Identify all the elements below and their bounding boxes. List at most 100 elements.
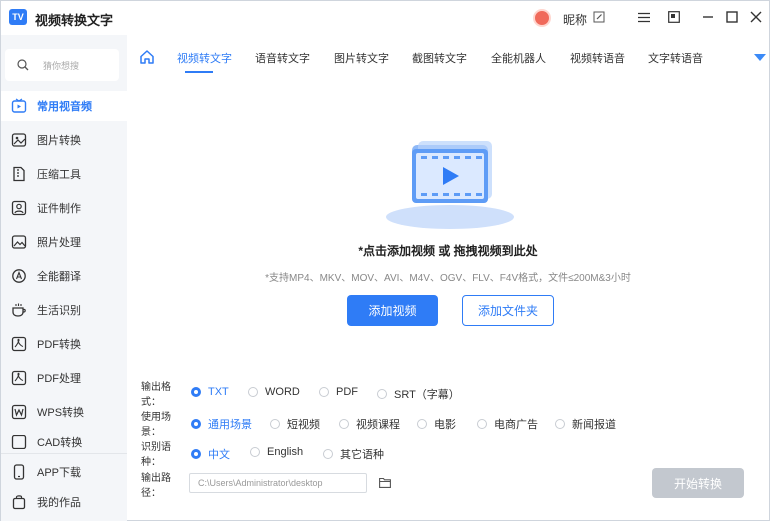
sidebar-item-label: 生活识别 (37, 305, 81, 317)
output-format-row: 输出格式： (141, 382, 185, 408)
cup-icon (12, 303, 26, 317)
sidebar-item-label: 压缩工具 (37, 169, 81, 181)
tab-video-to-text[interactable]: 视频转文字 (177, 50, 232, 66)
sidebar-item-pdf-process[interactable]: PDF处理 (1, 363, 127, 393)
edit-icon[interactable] (593, 11, 605, 23)
add-video-button[interactable]: 添加视频 (347, 295, 438, 326)
video-tv-icon (11, 98, 27, 113)
add-folder-button[interactable]: 添加文件夹 (462, 295, 554, 326)
more-tabs-icon[interactable] (754, 54, 766, 61)
radio-icon (555, 419, 565, 429)
sidebar-item-wps[interactable]: WPS转换 (1, 397, 127, 427)
tab-audio-to-text[interactable]: 语音转文字 (255, 50, 310, 66)
scene-option-course[interactable]: 视频课程 (339, 416, 400, 432)
search-placeholder: 猜你想搜 (43, 60, 80, 71)
drop-zone-title: *点击添加视频 或 拖拽视频到此处 (358, 244, 538, 258)
title-bar: TV 视频转换文字 昵称 (1, 1, 769, 35)
radio-icon (270, 419, 280, 429)
scene-option-news[interactable]: 新闻报道 (555, 416, 616, 432)
radio-icon (477, 419, 487, 429)
menu-icon[interactable] (635, 8, 653, 26)
radio-icon (377, 389, 387, 399)
active-tab-indicator (185, 71, 213, 73)
tab-video-to-audio[interactable]: 视频转语音 (570, 50, 625, 66)
avatar[interactable] (533, 9, 551, 27)
radio-icon (248, 387, 258, 397)
radio-icon (417, 419, 427, 429)
sidebar-item-label: 图片转换 (37, 135, 81, 147)
scene-option-ecommerce-ad[interactable]: 电商广告 (477, 416, 538, 432)
app-title: 视频转换文字 (35, 13, 114, 28)
sidebar-item-label: APP下载 (37, 467, 82, 479)
start-convert-button[interactable]: 开始转换 (652, 468, 744, 498)
compress-icon (13, 166, 25, 182)
sidebar-item-label: 照片处理 (37, 237, 81, 249)
bag-icon (12, 495, 26, 510)
scene-row: 使用场景： (141, 412, 185, 438)
language-row: 识别语种： (141, 442, 185, 468)
radio-icon (319, 387, 329, 397)
sidebar-item-image-convert[interactable]: 图片转换 (1, 125, 127, 155)
format-option-word[interactable]: WORD (248, 386, 300, 398)
minimize-button[interactable] (699, 8, 717, 26)
sidebar: 猜你想搜 常用视音频 图片转换 压缩工具 证件制作 照片处理 全能翻译 生活识别… (1, 35, 127, 521)
folder-icon[interactable] (379, 477, 391, 488)
sidebar-item-photo[interactable]: 照片处理 (1, 227, 127, 257)
tab-screenshot-to-text[interactable]: 截图转文字 (412, 50, 467, 66)
sidebar-item-cad[interactable]: CAD转换 (1, 435, 127, 449)
sidebar-item-label: 常用视音频 (37, 101, 92, 113)
tab-all-robot[interactable]: 全能机器人 (491, 50, 546, 66)
language-option-chinese[interactable]: 中文 (191, 446, 230, 462)
radio-selected-icon (191, 419, 201, 429)
sidebar-item-app-download[interactable]: APP下载 (1, 457, 127, 487)
maximize-button[interactable] (723, 8, 741, 26)
wps-icon (11, 404, 27, 420)
scene-option-short-video[interactable]: 短视频 (270, 416, 320, 432)
language-option-english[interactable]: English (250, 446, 303, 458)
sidebar-item-id-photo[interactable]: 证件制作 (1, 193, 127, 223)
close-button[interactable] (747, 8, 765, 26)
sidebar-item-translate[interactable]: 全能翻译 (1, 261, 127, 291)
format-option-pdf[interactable]: PDF (319, 386, 358, 398)
sidebar-item-label: PDF转换 (37, 339, 81, 351)
sidebar-item-common-av[interactable]: 常用视音频 (1, 91, 127, 121)
output-format-label: 输出格式： (141, 382, 171, 408)
radio-selected-icon (191, 449, 201, 459)
search-input[interactable]: 猜你想搜 (5, 49, 119, 81)
scene-option-general[interactable]: 通用场景 (191, 416, 252, 432)
nickname[interactable]: 昵称 (563, 11, 587, 28)
app-window: TV 视频转换文字 昵称 猜你想搜 常用视音频 图片转换 压缩工具 证件制作 照… (0, 0, 770, 521)
format-option-srt[interactable]: SRT（字幕） (377, 386, 460, 402)
image-convert-icon (11, 133, 27, 147)
tab-bar: 视频转文字 语音转文字 图片转文字 截图转文字 全能机器人 视频转语音 文字转语… (127, 35, 769, 79)
cad-icon (11, 435, 27, 449)
output-path-field[interactable]: C:\Users\Administrator\desktop (189, 473, 367, 493)
radio-icon (339, 419, 349, 429)
format-option-txt[interactable]: TXT (191, 386, 229, 398)
supported-formats-hint: *支持MP4、MKV、MOV、AVI、M4V、OGV、FLV、F4V格式，文件≤… (265, 273, 631, 284)
tab-text-to-speech[interactable]: 文字转语音 (648, 50, 703, 66)
sidebar-item-life[interactable]: 生活识别 (1, 295, 127, 325)
sidebar-item-label: CAD转换 (37, 437, 83, 449)
scene-option-movie[interactable]: 电影 (417, 416, 456, 432)
sidebar-item-label: 我的作品 (37, 497, 81, 509)
skin-icon[interactable] (665, 8, 683, 26)
main-panel: *点击添加视频 或 拖拽视频到此处 *支持MP4、MKV、MOV、AVI、M4V… (127, 79, 769, 521)
home-icon[interactable] (139, 49, 155, 65)
sidebar-item-compress[interactable]: 压缩工具 (1, 159, 127, 189)
radio-icon (323, 449, 333, 459)
output-path-label: 输出路径： (141, 473, 171, 499)
tab-image-to-text[interactable]: 图片转文字 (334, 50, 389, 66)
translate-icon (12, 269, 26, 283)
language-label: 识别语种： (141, 442, 171, 468)
scene-label: 使用场景： (141, 412, 171, 438)
language-option-other[interactable]: 其它语种 (323, 446, 384, 462)
pdf-convert-icon (11, 336, 27, 352)
sidebar-divider (1, 453, 127, 454)
sidebar-item-label: 证件制作 (37, 203, 81, 215)
photo-icon (11, 235, 27, 249)
sidebar-item-pdf-convert[interactable]: PDF转换 (1, 329, 127, 359)
sidebar-item-my-works[interactable]: 我的作品 (1, 487, 127, 517)
video-upload-illustration[interactable] (385, 135, 515, 235)
output-path-row: 输出路径： (141, 473, 185, 499)
